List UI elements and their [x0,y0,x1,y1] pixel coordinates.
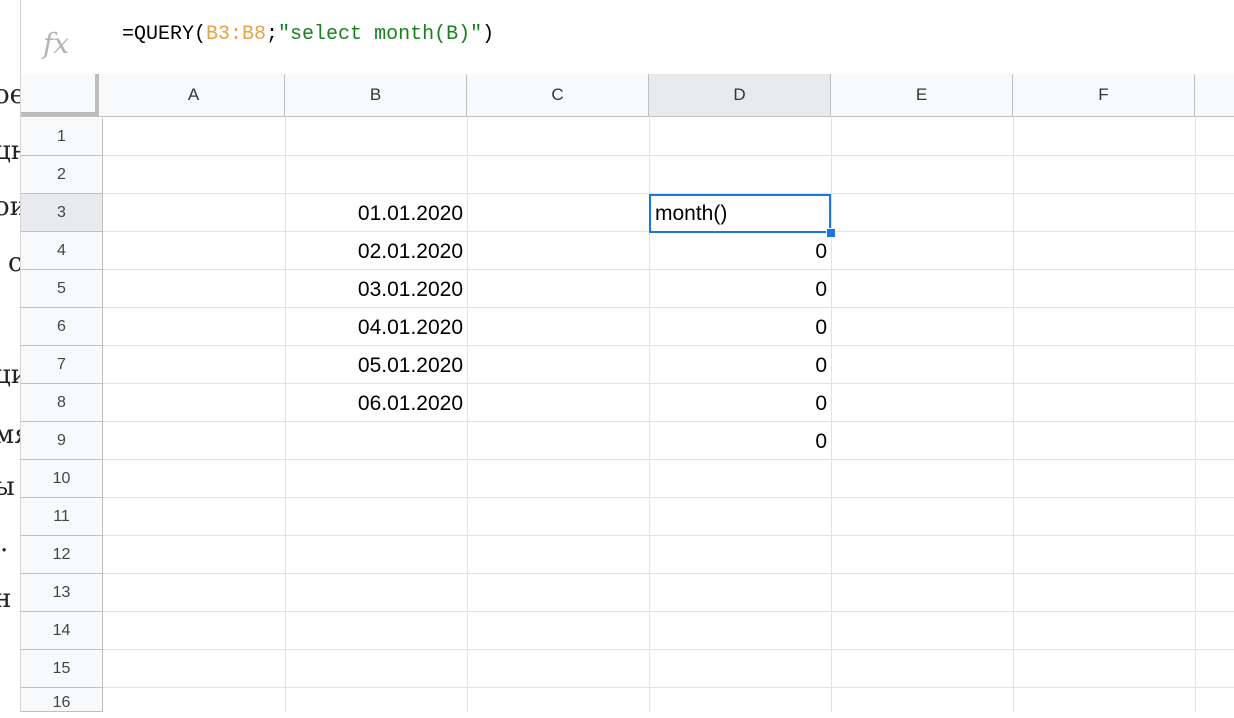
grid-line [831,116,832,712]
cell-d5[interactable]: 0 [649,270,831,308]
row-header-9[interactable]: 9 [21,422,103,460]
column-header-c[interactable]: C [467,74,649,116]
row-header-16[interactable]: 16 [21,688,103,712]
row-header-3[interactable]: 3 [21,194,103,232]
background-text: ци [0,360,20,390]
grid-line [103,687,1234,688]
background-text: ы [0,472,15,502]
formula-input[interactable]: =QUERY(B3:B8;"select month(B)") [122,23,494,46]
grid-line [103,155,1234,156]
column-header-row: A B C D E F [21,74,1234,117]
row-header-7[interactable]: 7 [21,346,103,384]
background-text: н [0,584,12,614]
row-header-11[interactable]: 11 [21,498,103,536]
select-all-corner[interactable] [21,74,99,116]
cell-b8[interactable]: 06.01.2020 [285,384,467,422]
row-header-13[interactable]: 13 [21,574,103,612]
grid-line [103,649,1234,650]
column-header-b[interactable]: B [285,74,467,116]
formula-bar[interactable]: fx =QUERY(B3:B8;"select month(B)") [21,15,1234,75]
background-text: . [0,528,9,558]
cell-b5[interactable]: 03.01.2020 [285,270,467,308]
background-text: ое [0,80,20,110]
cell-d9[interactable]: 0 [649,422,831,460]
row-header-5[interactable]: 5 [21,270,103,308]
background-text: мя [0,420,20,450]
formula-prefix: =QUERY( [122,23,207,46]
background-text: ои [0,192,20,222]
column-header-d[interactable]: D [649,74,831,116]
toolbar-edge [21,0,1234,16]
grid-line [103,573,1234,574]
cell-b3[interactable]: 01.01.2020 [285,194,467,232]
formula-range: B3:B8 [206,23,267,46]
cell-d8[interactable]: 0 [649,384,831,422]
spreadsheet: fx =QUERY(B3:B8;"select month(B)") A B C… [20,0,1234,712]
grid-line [103,497,1234,498]
column-header-e[interactable]: E [831,74,1013,116]
grid-line [103,611,1234,612]
column-header-f[interactable]: F [1013,74,1195,116]
row-header-15[interactable]: 15 [21,650,103,688]
active-cell-outline [649,194,831,233]
row-header-2[interactable]: 2 [21,156,103,194]
cell-d7[interactable]: 0 [649,346,831,384]
background-text: цн [0,136,20,166]
background-document: ое цн ои с ци мя ы . н [0,0,20,712]
grid-line [103,535,1234,536]
row-header-1[interactable]: 1 [21,118,103,156]
grid-line [1195,116,1196,712]
cell-b6[interactable]: 04.01.2020 [285,308,467,346]
row-header-8[interactable]: 8 [21,384,103,422]
row-header-12[interactable]: 12 [21,536,103,574]
column-header-a[interactable]: A [103,74,285,116]
fill-handle[interactable] [826,228,836,238]
cell-d4[interactable]: 0 [649,232,831,270]
grid-line [467,116,468,712]
cell-d6[interactable]: 0 [649,308,831,346]
formula-separator: ; [266,23,279,46]
cell-b7[interactable]: 05.01.2020 [285,346,467,384]
row-header-4[interactable]: 4 [21,232,103,270]
formula-string: "select month(B)" [278,23,483,46]
grid-line [1013,116,1014,712]
fx-icon: fx [43,27,70,60]
background-text: с [8,248,20,278]
row-header-6[interactable]: 6 [21,308,103,346]
formula-suffix: ) [482,23,495,46]
row-header-10[interactable]: 10 [21,460,103,498]
row-header-14[interactable]: 14 [21,612,103,650]
cell-b4[interactable]: 02.01.2020 [285,232,467,270]
